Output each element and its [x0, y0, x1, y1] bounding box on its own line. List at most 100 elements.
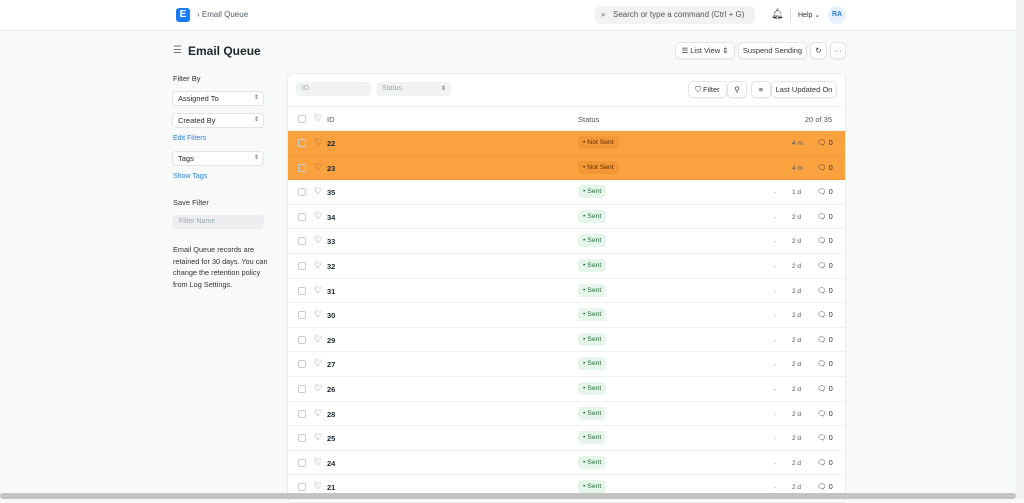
row-id[interactable]: 29: [327, 336, 335, 345]
status-text: Sent: [587, 409, 602, 417]
row-dash: -: [774, 335, 777, 345]
table-row[interactable]: ♡ 35 • Sent - 1 d 🗨︎ 0: [288, 180, 845, 205]
row-checkbox[interactable]: [298, 163, 306, 172]
table-row[interactable]: ♡ 30 • Sent - 2 d 🗨︎ 0: [288, 303, 845, 328]
bell-icon[interactable]: 🔔︎: [771, 9, 784, 20]
retention-note: Email Queue records are retained for 30 …: [173, 245, 268, 289]
row-checkbox[interactable]: [298, 385, 306, 393]
select-all-checkbox[interactable]: [298, 115, 306, 123]
status-badge: • Not Sent: [578, 160, 619, 174]
row-checkbox[interactable]: [298, 262, 306, 270]
row-checkbox[interactable]: [298, 360, 306, 369]
heart-icon[interactable]: ♡: [314, 309, 322, 320]
heart-icon[interactable]: ♡: [314, 186, 322, 197]
row-checkbox[interactable]: [298, 139, 306, 147]
heart-icon[interactable]: ♡: [314, 113, 322, 124]
status-text: Sent: [587, 212, 602, 220]
comment-icon: 🗨︎: [817, 310, 827, 320]
sort-order-button[interactable]: ≡: [751, 81, 771, 98]
row-id[interactable]: 27: [327, 360, 335, 369]
heart-icon[interactable]: ♡: [314, 334, 322, 345]
row-id[interactable]: 28: [327, 410, 335, 419]
heart-icon[interactable]: ♡: [314, 358, 322, 369]
comment-count-value: 0: [828, 408, 833, 418]
table-row[interactable]: ♡ 28 • Sent - 2 d 🗨︎ 0: [288, 402, 845, 427]
horizontal-scrollbar[interactable]: [0, 493, 1016, 499]
table-row[interactable]: ♡ 24 • Sent - 2 d 🗨︎ 0: [288, 451, 845, 476]
row-checkbox[interactable]: [298, 409, 306, 418]
search-bar[interactable]: ⌕ Search or type a command (Ctrl + G): [595, 6, 755, 24]
row-id[interactable]: 22: [327, 139, 335, 148]
table-row[interactable]: ♡ 22 • Not Sent - 4 m 🗨︎ 0: [288, 131, 845, 156]
heart-icon[interactable]: ♡: [314, 432, 322, 443]
comment-icon: 🗨︎: [817, 211, 827, 221]
filter-button[interactable]: ⛉ Filter: [688, 81, 727, 98]
row-checkbox[interactable]: [298, 286, 306, 295]
row-checkbox[interactable]: [298, 212, 306, 221]
app-logo[interactable]: E: [176, 8, 190, 22]
row-id[interactable]: 26: [327, 385, 335, 394]
heart-icon[interactable]: ♡: [314, 457, 322, 468]
heart-icon[interactable]: ♡: [314, 481, 322, 492]
row-id[interactable]: 34: [327, 213, 335, 222]
row-checkbox[interactable]: [298, 483, 306, 492]
row-id[interactable]: 32: [327, 262, 335, 271]
vertical-scrollbar[interactable]: [1016, 0, 1024, 499]
sort-by-button[interactable]: Last Updated On: [771, 81, 837, 98]
row-checkbox[interactable]: [298, 335, 306, 344]
comment-count-value: 0: [828, 138, 833, 147]
row-id[interactable]: 35: [327, 188, 335, 197]
table-row[interactable]: ♡ 34 • Sent - 2 d 🗨︎ 0: [288, 205, 845, 230]
assigned-to-select[interactable]: Assigned To: [172, 91, 264, 106]
row-id[interactable]: 25: [327, 434, 335, 443]
comment-count-value: 0: [828, 457, 833, 467]
row-dash: -: [774, 385, 777, 394]
breadcrumb[interactable]: › Email Queue: [197, 10, 248, 19]
heart-icon[interactable]: ♡: [314, 137, 322, 148]
show-tags-link[interactable]: Show Tags: [173, 173, 207, 180]
table-row[interactable]: ♡ 25 • Sent - 2 d 🗨︎ 0: [288, 426, 845, 451]
row-checkbox[interactable]: [298, 237, 306, 246]
comment-count-value: 0: [828, 162, 833, 172]
heart-icon[interactable]: ♡: [314, 285, 322, 296]
status-filter-select[interactable]: Status ⇕: [376, 82, 451, 96]
heart-icon[interactable]: ♡: [314, 162, 322, 173]
row-checkbox[interactable]: [298, 188, 306, 197]
heart-icon[interactable]: ♡: [314, 211, 322, 222]
row-id[interactable]: 21: [327, 483, 335, 492]
row-checkbox[interactable]: [298, 311, 306, 320]
row-modified: 2 d: [792, 238, 802, 246]
list-view-button[interactable]: ☰ List View ⇕: [675, 42, 735, 59]
breadcrumb-email-queue[interactable]: Email Queue: [202, 10, 248, 19]
heart-icon[interactable]: ♡: [314, 260, 322, 271]
row-id[interactable]: 30: [327, 311, 335, 320]
table-row[interactable]: ♡ 32 • Sent - 2 d 🗨︎ 0: [288, 254, 845, 279]
table-row[interactable]: ♡ 31 • Sent - 2 d 🗨︎ 0: [288, 279, 845, 304]
row-id[interactable]: 23: [327, 164, 335, 173]
refresh-button[interactable]: ↻: [810, 42, 827, 59]
suspend-sending-button[interactable]: Suspend Sending: [738, 42, 807, 59]
sidebar-toggle-icon[interactable]: ☰: [173, 45, 182, 56]
avatar[interactable]: RA: [828, 6, 846, 24]
id-filter-input[interactable]: ID: [296, 82, 371, 96]
table-row[interactable]: ♡ 27 • Sent - 2 d 🗨︎ 0: [288, 352, 845, 377]
row-id[interactable]: 31: [327, 287, 335, 296]
tags-select[interactable]: Tags: [172, 151, 264, 166]
row-checkbox[interactable]: [298, 458, 306, 467]
heart-icon[interactable]: ♡: [314, 383, 322, 394]
filter-name-input[interactable]: Filter Name: [172, 215, 264, 229]
row-id[interactable]: 33: [327, 237, 335, 246]
help-menu[interactable]: Help ⌄: [798, 11, 820, 19]
table-row[interactable]: ♡ 33 • Sent - 2 d 🗨︎ 0: [288, 229, 845, 254]
table-row[interactable]: ♡ 26 • Sent - 2 d 🗨︎ 0: [288, 377, 845, 402]
heart-icon[interactable]: ♡: [314, 408, 322, 419]
table-row[interactable]: ♡ 23 • Not Sent - 4 m 🗨︎ 0: [288, 155, 845, 181]
created-by-select[interactable]: Created By: [172, 113, 264, 128]
row-checkbox[interactable]: [298, 434, 306, 443]
table-row[interactable]: ♡ 29 • Sent - 2 d 🗨︎ 0: [288, 328, 845, 353]
clear-filter-button[interactable]: ⚲: [727, 81, 747, 98]
heart-icon[interactable]: ♡: [314, 235, 322, 246]
row-id[interactable]: 24: [327, 459, 335, 468]
more-button[interactable]: ···: [830, 42, 846, 59]
edit-filters-link[interactable]: Edit Filters: [173, 135, 206, 142]
